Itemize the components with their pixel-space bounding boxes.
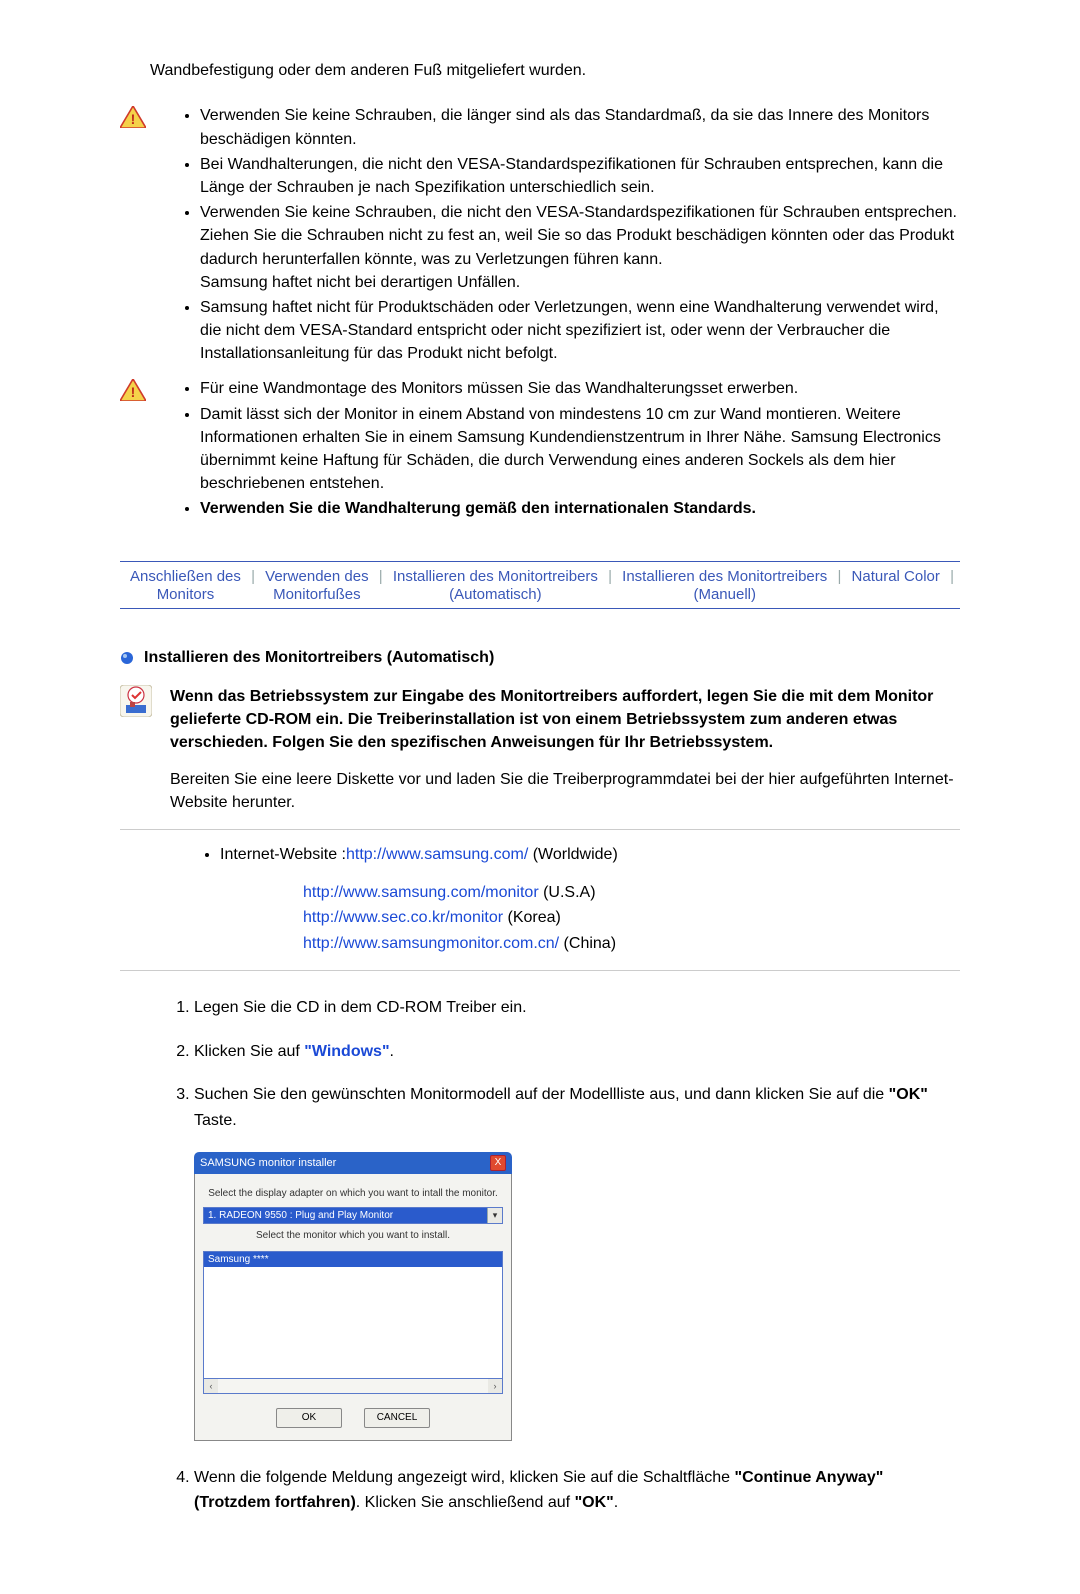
link-china[interactable]: http://www.samsungmonitor.com.cn/	[303, 935, 559, 952]
cancel-button[interactable]: CANCEL	[364, 1408, 430, 1428]
tab-install-driver-auto[interactable]: Installieren des Monitortreibers (Automa…	[387, 568, 604, 604]
step-text: Klicken Sie auf	[194, 1043, 304, 1060]
tab-label-line2: (Manuell)	[622, 586, 827, 604]
step-item: Klicken Sie auf "Windows".	[194, 1039, 960, 1065]
monitor-listbox[interactable]: Samsung ****	[203, 1251, 503, 1379]
bullet-circle-icon	[120, 651, 134, 665]
document-page: Wandbefestigung oder dem anderen Fuß mit…	[0, 0, 1080, 1594]
divider	[120, 829, 960, 830]
website-label: Internet-Website :	[220, 846, 346, 863]
install-wizard-icon	[120, 685, 152, 717]
warning-bullet: Verwenden Sie keine Schrauben, die länge…	[200, 104, 960, 150]
section-title-row: Installieren des Monitortreibers (Automa…	[120, 649, 960, 667]
tab-label-line1: Verwenden des	[265, 568, 368, 585]
website-line: http://www.sec.co.kr/monitor (Korea)	[303, 905, 960, 931]
website-line: http://www.samsungmonitor.com.cn/ (China…	[303, 931, 960, 957]
tab-label-line2: (Automatisch)	[393, 586, 598, 604]
step-text: Suchen Sie den gewünschten Monitormodell…	[194, 1086, 889, 1103]
warning-bullet: Bei Wandhalterungen, die nicht den VESA-…	[200, 153, 960, 199]
link-region: (Korea)	[503, 909, 561, 926]
step-item: Wenn die folgende Meldung angezeigt wird…	[194, 1465, 960, 1516]
tab-natural-color[interactable]: Natural Color	[846, 568, 946, 604]
prepare-text: Bereiten Sie eine leere Diskette vor und…	[170, 768, 960, 814]
website-line: Internet-Website :http://www.samsung.com…	[220, 846, 960, 864]
bullet-text: Verwenden Sie keine Schrauben, die nicht…	[200, 204, 957, 221]
step-text: . Klicken Sie anschließend auf	[356, 1494, 575, 1511]
tab-install-driver-manual[interactable]: Installieren des Monitortreibers (Manuel…	[616, 568, 833, 604]
tab-connect-monitor[interactable]: Anschließen des Monitors	[124, 568, 247, 604]
bullet-subtext: Samsung haftet nicht bei derartigen Unfä…	[200, 274, 520, 291]
svg-text:!: !	[131, 384, 136, 400]
tab-label-line1: Natural Color	[852, 568, 940, 585]
bold-text: Verwenden Sie die Wandhalterung gemäß de…	[200, 500, 756, 517]
tab-separator: |	[948, 568, 956, 604]
section-title: Installieren des Monitortreibers (Automa…	[144, 649, 494, 667]
website-list: Internet-Website :http://www.samsung.com…	[120, 846, 960, 864]
chevron-down-icon[interactable]: ▾	[487, 1208, 502, 1223]
link-worldwide[interactable]: http://www.samsung.com/	[346, 846, 528, 863]
warning-bullet: Für eine Wandmontage des Monitors müssen…	[200, 377, 960, 400]
warning-triangle-icon: !	[120, 106, 146, 128]
adapter-select[interactable]: 1. RADEON 9550 : Plug and Play Monitor ▾	[203, 1207, 503, 1224]
link-usa[interactable]: http://www.samsung.com/monitor	[303, 884, 539, 901]
warning-bullet: Verwenden Sie die Wandhalterung gemäß de…	[200, 497, 960, 520]
list-item[interactable]: Samsung ****	[204, 1252, 502, 1267]
tab-separator: |	[835, 568, 843, 604]
installer-dialog: SAMSUNG monitor installer X Select the d…	[194, 1152, 512, 1441]
tab-label-line2: Monitors	[130, 586, 241, 604]
tab-separator: |	[249, 568, 257, 604]
step-item: Legen Sie die CD in dem CD-ROM Treiber e…	[194, 995, 960, 1021]
bullet-subtext: Ziehen Sie die Schrauben nicht zu fest a…	[200, 227, 954, 267]
lead-sentence: Wandbefestigung oder dem anderen Fuß mit…	[150, 60, 960, 82]
step-text: Taste.	[194, 1112, 237, 1129]
tab-label-line2: Monitorfußes	[265, 586, 368, 604]
warning-block-1: ! Verwenden Sie keine Schrauben, die län…	[120, 104, 960, 367]
tab-use-stand[interactable]: Verwenden des Monitorfußes	[259, 568, 374, 604]
info-block: Wenn das Betriebssystem zur Eingabe des …	[120, 685, 960, 755]
tab-separator: |	[606, 568, 614, 604]
dialog-button-row: OK CANCEL	[203, 1408, 503, 1428]
select-value: 1. RADEON 9550 : Plug and Play Monitor	[204, 1208, 487, 1223]
caption-text: Select the monitor which you want to ins…	[203, 1230, 503, 1241]
website-line: http://www.samsung.com/monitor (U.S.A)	[303, 880, 960, 906]
scroll-right-icon[interactable]: ›	[488, 1379, 502, 1393]
bold-text: "OK"	[889, 1086, 928, 1103]
steps-list-continued: Wenn die folgende Meldung angezeigt wird…	[170, 1465, 960, 1516]
warning-bullet: Damit lässt sich der Monitor in einem Ab…	[200, 403, 960, 496]
link-korea[interactable]: http://www.sec.co.kr/monitor	[303, 909, 503, 926]
bold-text: "OK"	[575, 1494, 614, 1511]
link-region: (U.S.A)	[539, 884, 596, 901]
dialog-body: Select the display adapter on which you …	[194, 1174, 512, 1441]
horizontal-scrollbar[interactable]: ‹ ›	[203, 1379, 503, 1394]
ok-button[interactable]: OK	[276, 1408, 342, 1428]
svg-text:!: !	[131, 111, 136, 127]
tab-label-line1: Installieren des Monitortreibers	[622, 568, 827, 585]
warning-triangle-icon: !	[120, 379, 146, 401]
link-region: (Worldwide)	[528, 846, 618, 863]
info-paragraph: Wenn das Betriebssystem zur Eingabe des …	[170, 685, 960, 755]
step-item: Suchen Sie den gewünschten Monitormodell…	[194, 1082, 960, 1133]
warning-block-2: ! Für eine Wandmontage des Monitors müss…	[120, 377, 960, 522]
windows-link[interactable]: "Windows"	[304, 1043, 389, 1060]
tab-label-line1: Anschließen des	[130, 568, 241, 585]
scroll-left-icon[interactable]: ‹	[204, 1379, 218, 1393]
link-region: (China)	[559, 935, 616, 952]
tab-label-line1: Installieren des Monitortreibers	[393, 568, 598, 585]
step-text: Wenn die folgende Meldung angezeigt wird…	[194, 1469, 734, 1486]
tab-separator: |	[377, 568, 385, 604]
steps-list: Legen Sie die CD in dem CD-ROM Treiber e…	[170, 995, 960, 1133]
step-text: .	[614, 1494, 618, 1511]
close-button[interactable]: X	[490, 1155, 506, 1171]
divider	[120, 970, 960, 971]
caption-text: Select the display adapter on which you …	[203, 1188, 503, 1199]
section-tabbar: Anschließen des Monitors | Verwenden des…	[120, 561, 960, 609]
icon-column: !	[120, 377, 180, 401]
dialog-title: SAMSUNG monitor installer	[200, 1157, 336, 1169]
warning-bullet: Verwenden Sie keine Schrauben, die nicht…	[200, 201, 960, 294]
step-text: .	[390, 1043, 394, 1060]
icon-column: !	[120, 104, 180, 128]
warning-bullet: Samsung haftet nicht für Produktschäden …	[200, 296, 960, 366]
dialog-titlebar: SAMSUNG monitor installer X	[194, 1152, 512, 1174]
